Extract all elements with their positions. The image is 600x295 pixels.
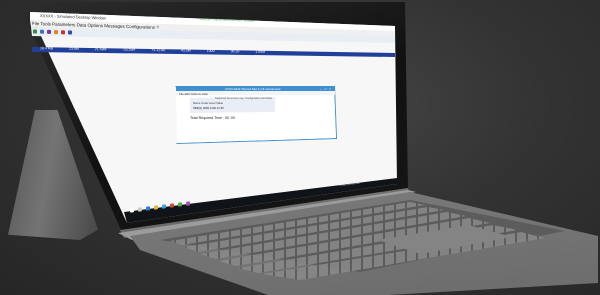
info-icon[interactable] [68,30,72,35]
app-icon[interactable] [178,202,182,207]
refresh-icon[interactable] [33,29,37,34]
table-header: Name Code Level Value [193,101,224,105]
dialog-title: XXXX-Multi Xferred-Mul 2.1.8 instruments [225,87,281,91]
status-value: 1000 [206,48,215,53]
edge-icon[interactable] [146,206,150,211]
status-value: 18.4 MB [40,46,54,51]
status-value: 23.0M [69,46,79,51]
dialog-subheading: Statistical Summary Log / Configuration … [215,97,272,100]
start-icon[interactable] [130,208,134,213]
status-value: 41.5M [181,48,191,53]
search-icon[interactable] [138,207,142,212]
table-row[interactable]: SBR(1) 0000 1100 21.65 [193,106,224,110]
settings-icon[interactable] [40,29,44,34]
status-value: 30.20 [230,49,240,54]
chart-icon[interactable] [47,29,51,34]
stop-icon[interactable] [61,30,65,35]
status-value: 21.50M [94,47,107,52]
office-icon[interactable] [170,203,174,208]
store-icon[interactable] [162,204,166,209]
dialog-menu[interactable]: File Edit Options Help [179,92,208,96]
folder-icon[interactable] [154,205,158,210]
dialog-window-controls[interactable]: – □ × [320,87,332,91]
folder-icon[interactable] [54,30,58,35]
status-value: 1.00M [255,49,266,54]
product-photo: { "app": { "title_bar": "XXXXX - Simulat… [0,0,600,295]
status-value: +1.12:00 [151,47,166,53]
app-icon[interactable] [186,201,190,206]
status-value: -25.35M [122,47,136,52]
dialog-footer: Total Required Time : 00 :00 [190,116,235,120]
